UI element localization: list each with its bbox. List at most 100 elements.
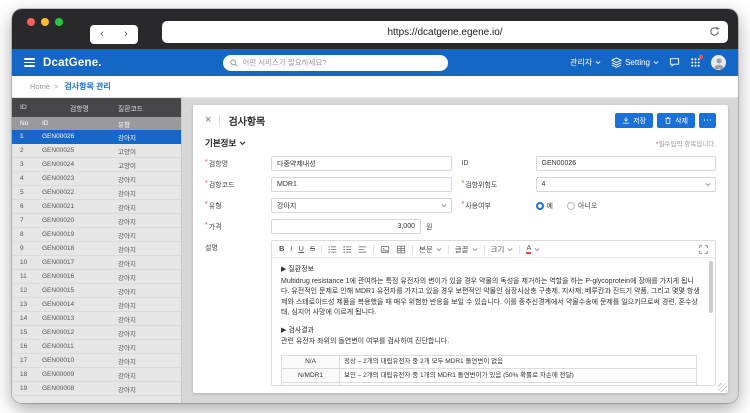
bullet-list-icon[interactable] [343,245,352,254]
cell-no: 16 [20,343,28,350]
search-icon [230,58,238,67]
cell-id: GEN00016 [42,273,75,280]
editor-section-heading: ▶ 검사결과 [281,326,315,334]
toolbar-divider [372,244,374,254]
table-row[interactable]: 13 GEN00014 강아지 [12,298,181,312]
table-row[interactable]: 17 GEN00010 강아지 [12,354,181,368]
chevron-down-icon [507,247,513,251]
expand-icon[interactable] [699,244,708,254]
table-row[interactable]: 6 GEN00021 강아지 [12,200,181,214]
table-row[interactable]: 16 GEN00011 강아지 [12,340,181,354]
col-type: 유형 [118,121,130,129]
font-dropdown[interactable]: 글꼴 [455,244,478,255]
align-left-icon[interactable] [358,245,367,254]
image-icon[interactable] [380,245,390,254]
address-bar[interactable]: https://dcatgene.egene.io/ [162,21,728,43]
editor-content[interactable]: ▶ 질환정보 Multidrug resistance 1에 관여하는 특정 유전… [272,258,715,385]
close-icon[interactable]: × [205,115,211,126]
cell-no: 5 [20,189,24,196]
table-row[interactable]: 14 GEN00013 강아지 [12,312,181,326]
strikethrough-icon[interactable]: S [310,245,315,253]
table-row[interactable]: 4 GEN00023 강아지 [12,172,181,186]
cell-no: 4 [20,175,24,182]
editor-section-heading: ▶ 질환정보 [281,266,315,273]
breadcrumb-current[interactable]: 검사항목 관리 [64,81,110,92]
table-row[interactable]: 15 GEN00012 강아지 [12,326,181,340]
more-button[interactable]: ⋯ [699,113,716,128]
chevron-down-icon [653,61,659,65]
section-title[interactable]: 기본정보 [205,137,246,149]
price-field[interactable] [271,219,421,234]
cell-id: GEN00020 [42,217,75,224]
font-size-dropdown[interactable]: 크기 [491,244,514,255]
table-row[interactable]: 19 GEN00008 강아지 [12,382,181,396]
cell-no: 9 [20,245,24,252]
cell-type: 강아지 [118,232,136,240]
ordered-list-icon[interactable] [328,245,337,254]
global-search[interactable] [223,54,449,71]
apps-grid-icon[interactable] [690,55,703,68]
search-input[interactable] [242,58,442,67]
cell-id: GEN00018 [42,245,75,252]
radio-unselected-icon [566,201,575,210]
minimize-window-button[interactable] [41,18,49,26]
back-button[interactable]: ‹ [100,29,104,40]
use-radio-group: 예 아니오 [535,201,717,211]
app-logo[interactable]: DcatGene. [43,57,102,69]
table-row[interactable]: 9 GEN00018 강아지 [12,242,181,256]
code-field[interactable] [271,177,452,192]
paragraph-style-dropdown[interactable]: 본문 [419,244,442,255]
main-content: ID 검항명 질환코드 No ID 유형 1 GEN00026 강아지 2 GEN000… [12,98,738,403]
table-row[interactable]: 12 GEN00015 강아지 [12,284,181,298]
table-row[interactable]: 5 GEN00022 강아지 [12,186,181,200]
text-color-dropdown[interactable]: A [526,244,540,254]
id-field[interactable] [535,156,716,171]
maximize-window-button[interactable] [55,18,63,26]
table-row[interactable]: 11 GEN00016 강아지 [12,270,181,284]
toolbar-divider [483,244,485,254]
sidebar-column-header: No ID 유형 [12,117,181,130]
table-row[interactable]: 8 GEN00019 강아지 [12,228,181,242]
risk-select[interactable] [535,177,716,192]
table-row[interactable]: 18 GEN00009 강아지 [12,368,181,382]
genotype-cell: N/A [281,354,340,370]
use-yes-radio[interactable]: 예 [535,201,553,211]
table-row[interactable]: 3 GEN00024 고양이 [12,158,181,172]
col-id: ID [42,120,49,127]
cell-no: 1 [20,133,24,140]
use-no-radio[interactable]: 아니오 [566,201,597,211]
cell-type: 강아지 [118,302,136,310]
hamburger-menu-icon[interactable] [24,58,35,67]
table-icon[interactable] [396,245,406,254]
cell-id: GEN00013 [42,315,75,322]
filter-header-name: 검항명 [70,105,89,113]
editor-scrollbar[interactable] [709,261,713,313]
name-field[interactable] [271,156,452,171]
delete-button[interactable]: 삭제 [657,113,695,128]
setting-menu[interactable]: Setting [611,57,659,68]
breadcrumb-home[interactable]: Home > [30,82,58,91]
cell-id: GEN00021 [42,203,75,210]
avatar[interactable] [711,55,726,70]
cell-id: GEN00012 [42,329,75,336]
type-select[interactable] [271,198,452,213]
user-menu[interactable]: 관리자 [570,57,601,68]
cell-no: 13 [20,301,28,308]
table-row[interactable]: 2 GEN00025 고양이 [12,144,181,158]
table-row[interactable]: 7 GEN00020 강아지 [12,214,181,228]
forward-button[interactable]: › [124,29,128,40]
underline-icon[interactable]: U [299,245,304,253]
bold-icon[interactable]: B [279,245,284,253]
italic-icon[interactable]: I [290,245,292,253]
panel-header: × 검사항목 저장 삭제 ⋯ [205,113,716,128]
risk-field[interactable] [535,177,716,192]
table-row[interactable]: 1 GEN00026 강아지 [12,130,181,144]
chat-icon[interactable] [669,57,680,68]
type-label: * 유형 [205,200,222,210]
table-row[interactable]: 10 GEN00017 강아지 [12,256,181,270]
save-button[interactable]: 저장 [615,113,654,128]
refresh-icon[interactable] [709,26,720,37]
close-window-button[interactable] [27,18,35,26]
browser-window: ‹ › https://dcatgene.egene.io/ DcatGene.… [12,9,738,403]
type-field[interactable] [271,198,452,213]
